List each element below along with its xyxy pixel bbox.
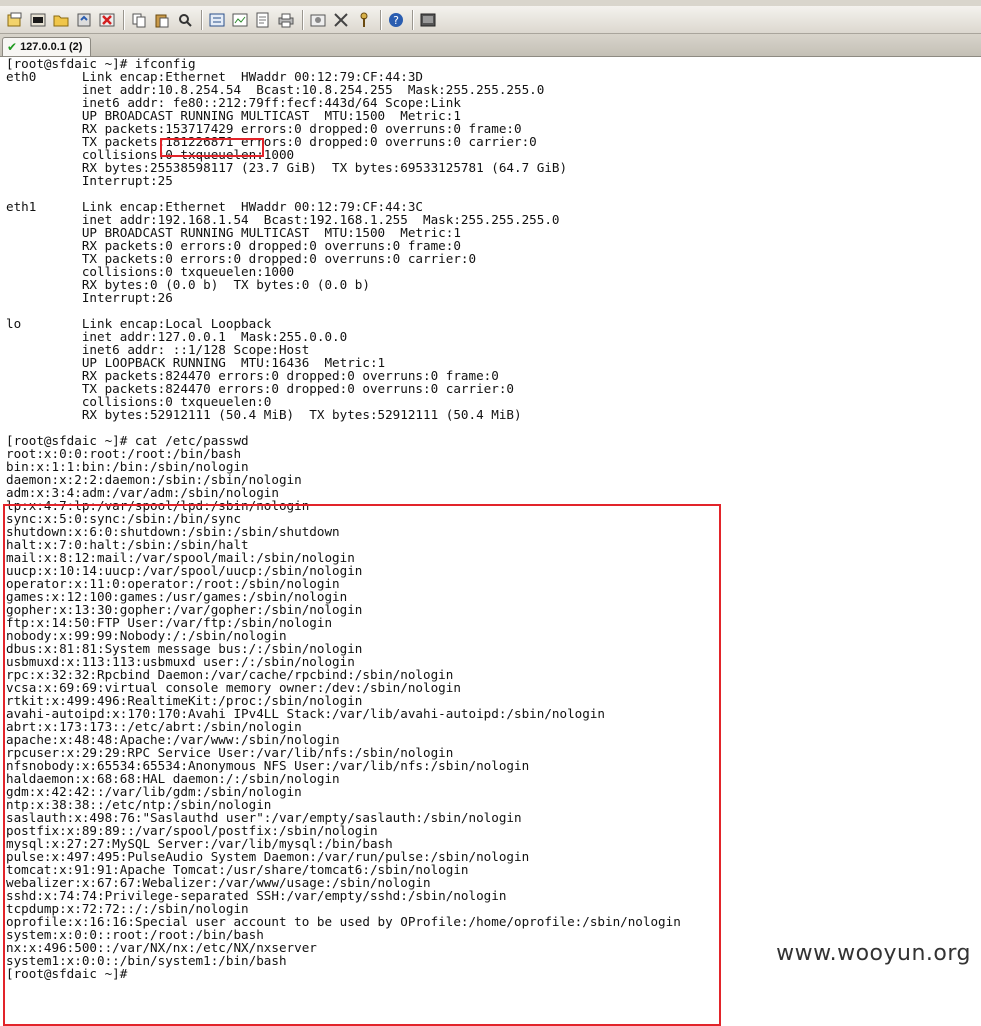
toolbar-separator	[123, 9, 125, 30]
paste-icon[interactable]	[153, 11, 171, 29]
transfer-icon[interactable]	[208, 11, 226, 29]
new-session-icon[interactable]	[6, 11, 24, 29]
toolbar-separator	[380, 9, 382, 30]
passwd-output-highlight	[3, 504, 721, 1026]
terminal-line: RX bytes:52912111 (50.4 MiB) TX bytes:52…	[6, 407, 522, 422]
sftp-icon[interactable]	[231, 11, 249, 29]
toolbar: ?	[0, 6, 981, 34]
watermark: www.wooyun.org	[776, 941, 971, 966]
toolbar-separator	[201, 9, 203, 30]
print-icon[interactable]	[277, 11, 295, 29]
help-icon[interactable]: ?	[387, 11, 405, 29]
tab-label: 127.0.0.1 (2)	[20, 41, 83, 53]
key-icon[interactable]	[355, 11, 373, 29]
tab-session[interactable]: ✔ 127.0.0.1 (2)	[2, 37, 92, 56]
toolbar-separator	[302, 9, 304, 30]
tools-icon[interactable]	[332, 11, 350, 29]
toolbar-separator	[412, 9, 414, 30]
ip-address-highlight	[160, 138, 264, 157]
svg-text:?: ?	[393, 14, 399, 27]
reconnect-icon[interactable]	[75, 11, 93, 29]
open-session-icon[interactable]	[29, 11, 47, 29]
terminal-line: Interrupt:25	[6, 173, 173, 188]
terminal-line: Interrupt:26	[6, 290, 173, 305]
log-icon[interactable]	[254, 11, 272, 29]
connected-check-icon: ✔	[7, 40, 18, 54]
copy-icon[interactable]	[130, 11, 148, 29]
options-icon[interactable]	[309, 11, 327, 29]
tab-bar: ✔ 127.0.0.1 (2)	[0, 34, 981, 57]
disconnect-icon[interactable]	[98, 11, 116, 29]
terminal-view[interactable]: [root@sfdaic ~]# ifconfig eth0 Link encap…	[0, 57, 981, 1026]
folder-icon[interactable]	[52, 11, 70, 29]
find-icon[interactable]	[176, 11, 194, 29]
session-manager-icon[interactable]	[419, 11, 437, 29]
